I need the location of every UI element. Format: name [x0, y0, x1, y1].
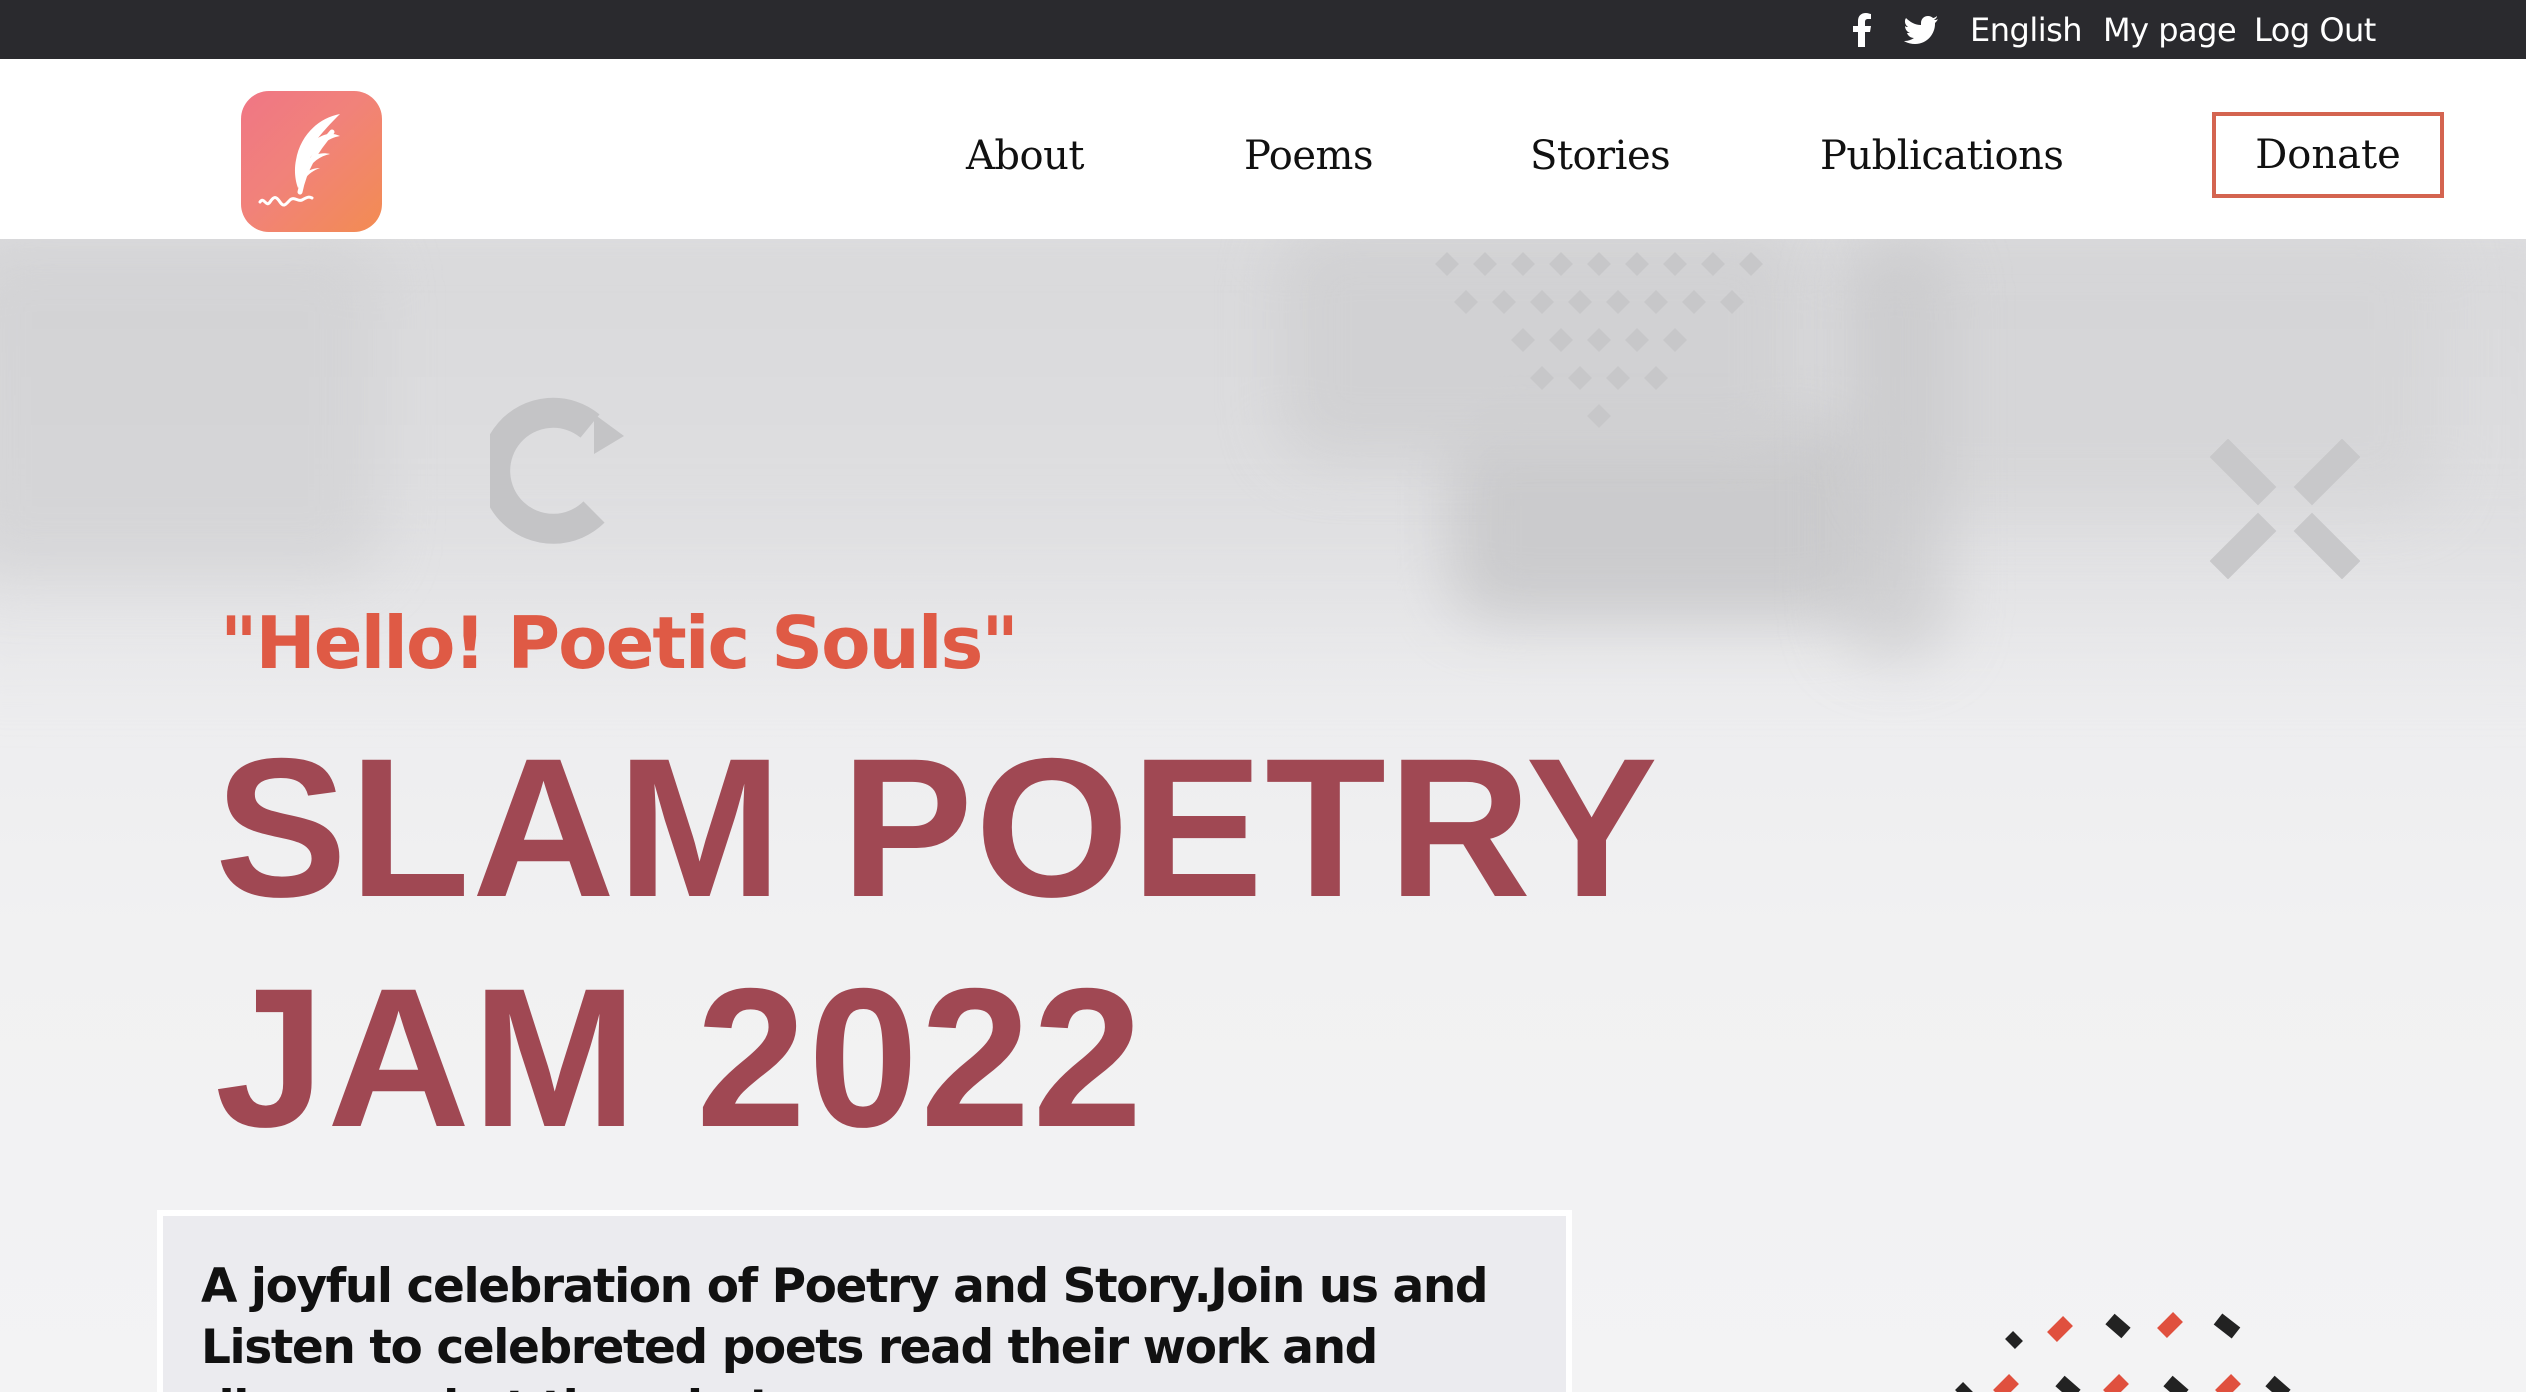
my-page-link[interactable]: My page — [2103, 10, 2237, 50]
facebook-icon[interactable] — [1850, 12, 1874, 48]
background-post-shape — [1840, 239, 1950, 659]
hero-title-line1: SLAM POETRY — [215, 717, 1660, 938]
hero-greeting: "Hello! Poetic Souls" — [220, 601, 1019, 685]
nav-publications[interactable]: Publications — [1820, 128, 2064, 184]
dash-pattern-decoration — [1955, 1312, 2291, 1392]
diamond-pattern-decoration — [1435, 252, 1763, 428]
nav-about[interactable]: About — [966, 128, 1084, 184]
top-utility-bar: English My page Log Out — [0, 0, 2526, 59]
twitter-icon[interactable] — [1903, 12, 1939, 48]
hero-title-line2: JAM 2022 — [215, 947, 1145, 1168]
feather-quill-icon — [258, 113, 340, 207]
nav-stories[interactable]: Stories — [1530, 128, 1671, 184]
hero-description: A joyful celebration of Poetry and Story… — [201, 1259, 1489, 1392]
c-shape-decoration — [490, 397, 624, 544]
hero-description-box: A joyful celebration of Poetry and Story… — [157, 1210, 1572, 1392]
donate-button[interactable]: Donate — [2212, 112, 2444, 198]
background-left-shape — [0, 239, 380, 579]
nav-poems[interactable]: Poems — [1244, 128, 1374, 184]
log-out-link[interactable]: Log Out — [2254, 10, 2376, 50]
site-logo[interactable] — [241, 91, 382, 232]
x-shape-decoration — [2210, 439, 2360, 579]
language-selector[interactable]: English — [1970, 10, 2083, 50]
